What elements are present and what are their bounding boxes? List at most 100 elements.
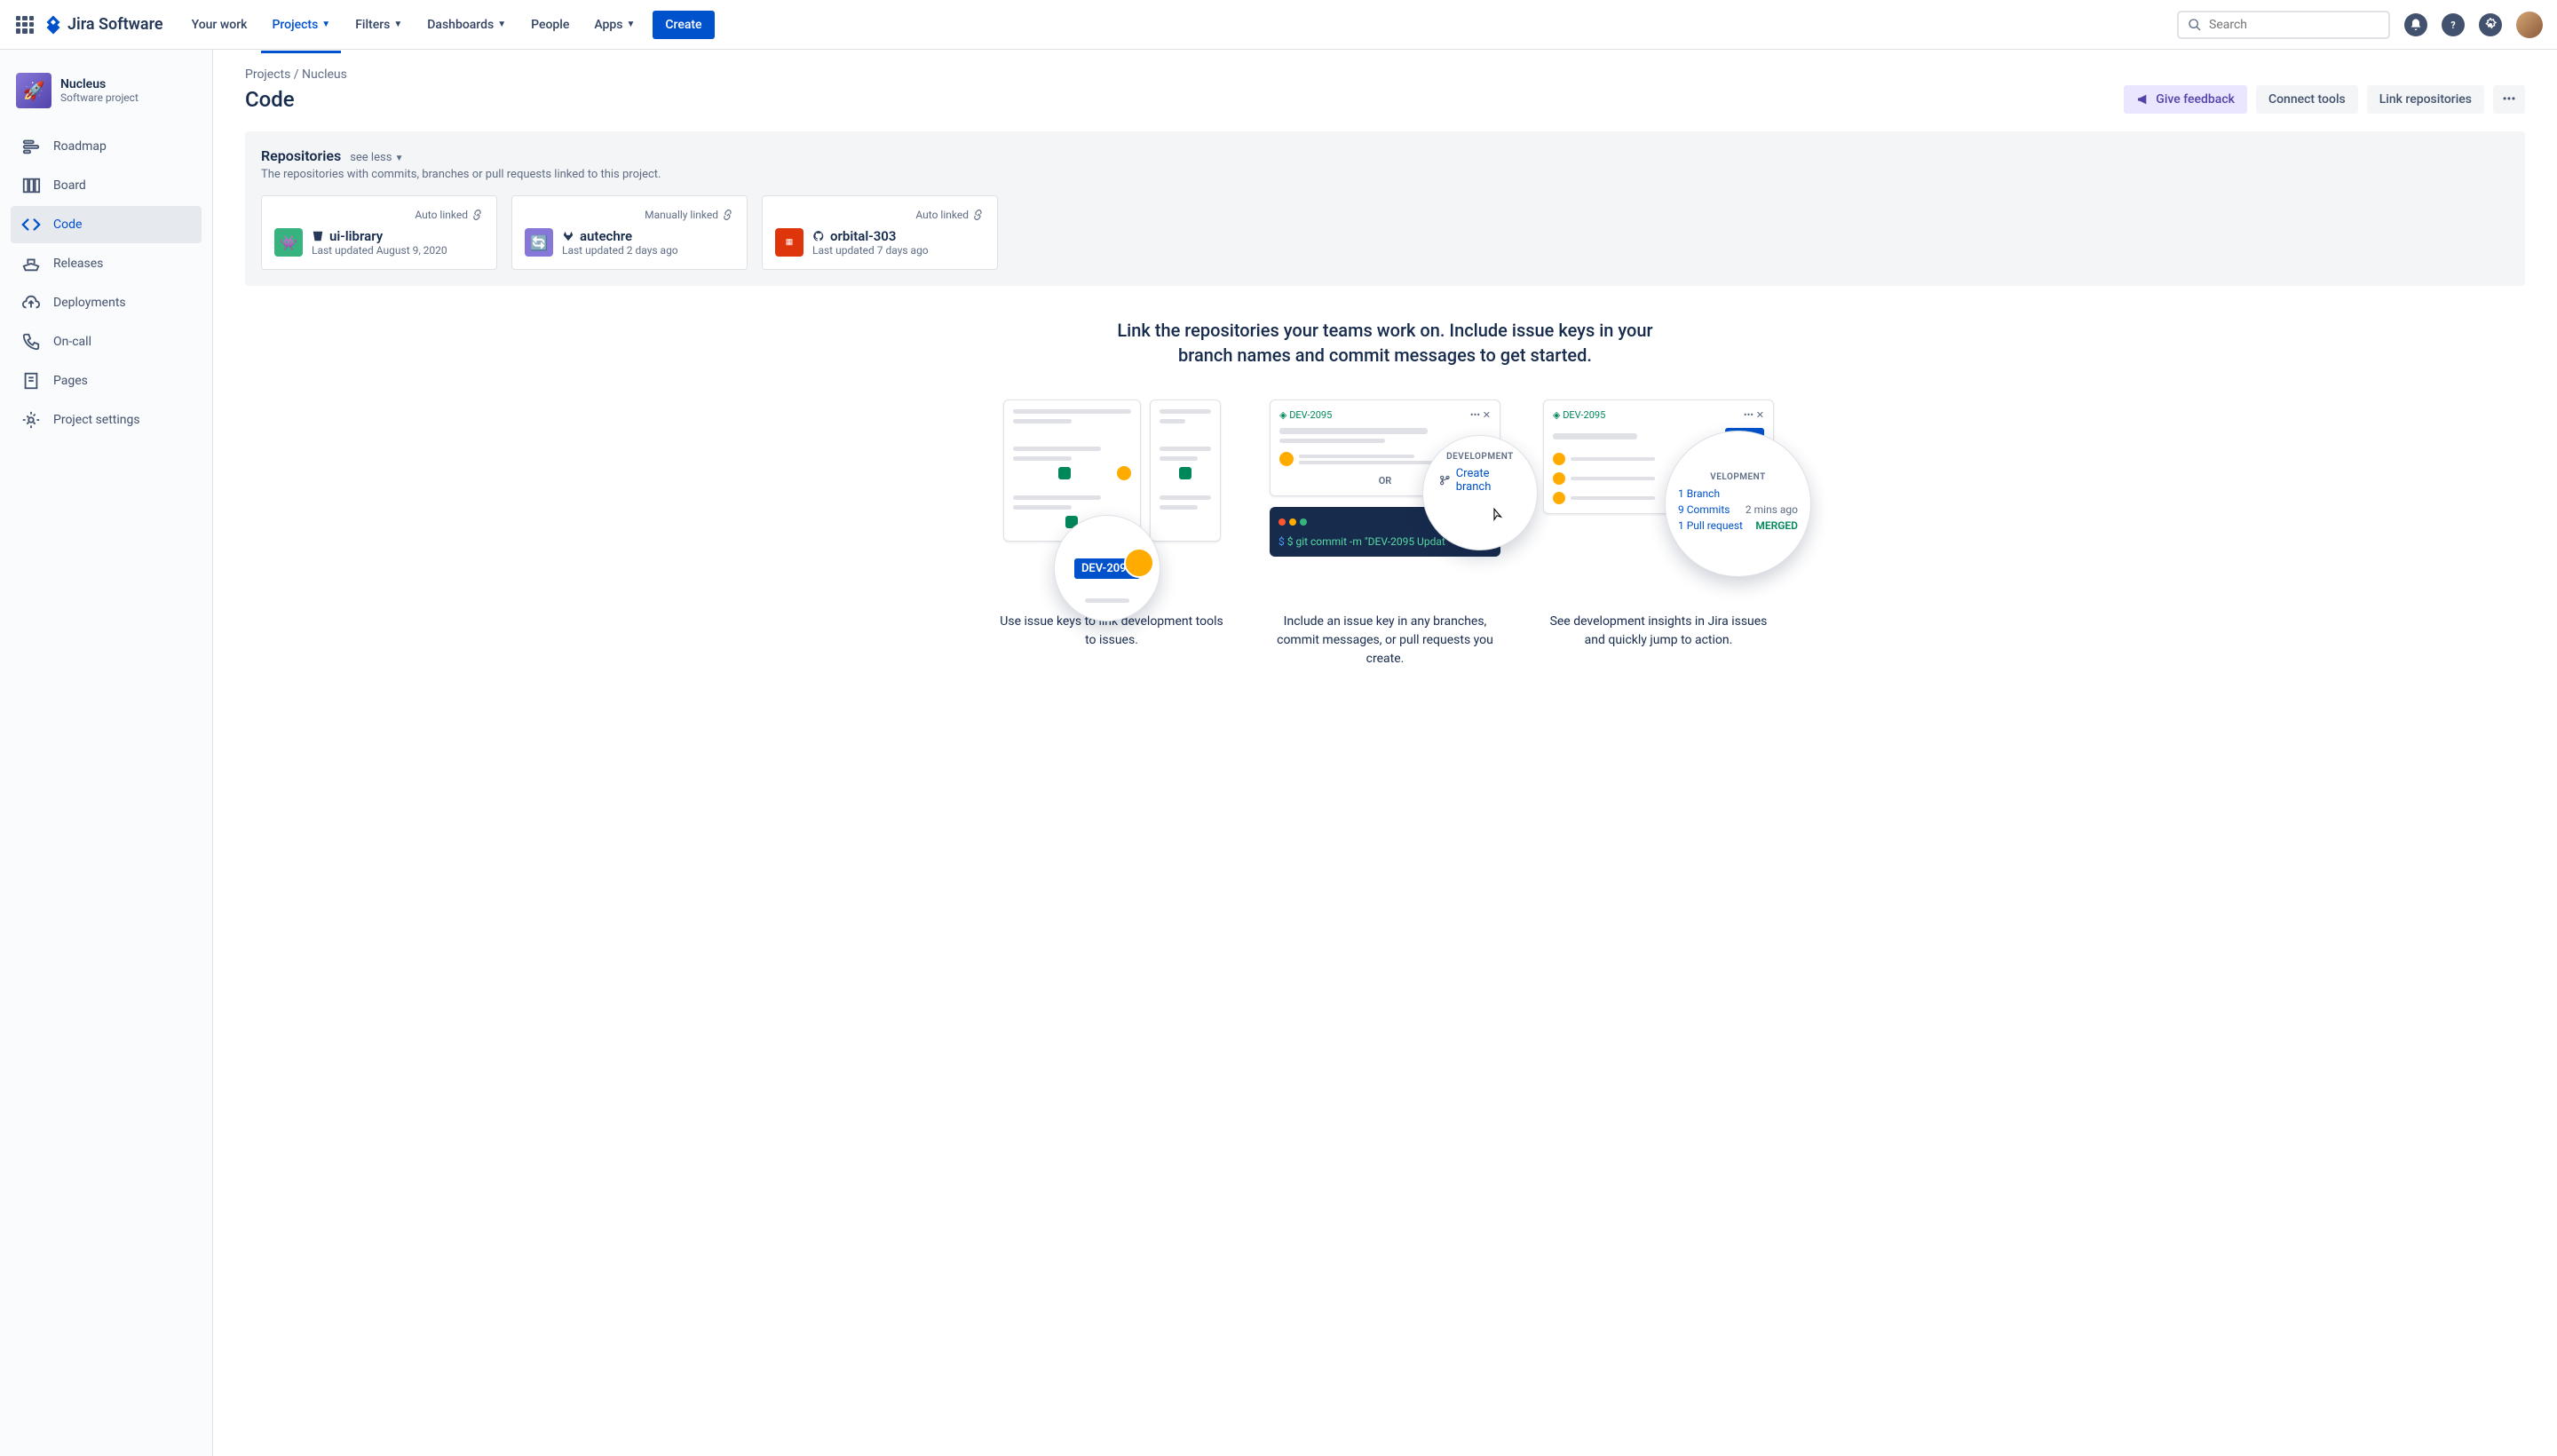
repo-card[interactable]: Manually linked 🔄 autechre Last updated …: [511, 195, 748, 270]
zoom-lens: VELOPMENT 1 Branch 9 Commits2 mins ago 1…: [1665, 431, 1811, 577]
gear-icon: [21, 410, 41, 430]
sidebar-item-board[interactable]: Board: [11, 167, 202, 204]
nav-filters[interactable]: Filters▼: [344, 11, 413, 39]
jira-logo[interactable]: Jira Software: [43, 14, 163, 36]
cloud-up-icon: [21, 293, 41, 313]
avatar: [1124, 548, 1154, 578]
user-avatar[interactable]: [2516, 12, 2543, 38]
project-header[interactable]: 🚀 Nucleus Software project: [11, 67, 202, 114]
main-nav: Your work Projects▼ Filters▼ Dashboards▼…: [181, 11, 2170, 39]
commits-time: 2 mins ago: [1746, 503, 1798, 516]
search-icon: [2188, 18, 2202, 32]
page-icon: [21, 371, 41, 391]
repo-name: ui-library: [329, 228, 383, 244]
unlink-icon: [722, 209, 734, 221]
project-subtitle: Software project: [60, 91, 139, 104]
more-actions-button[interactable]: •••: [2493, 85, 2525, 114]
illus-col-2: ◈ DEV-2095••• ✕ OR $ $ git commit -m "DE…: [1270, 400, 1500, 669]
repo-avatar: 👾: [274, 228, 303, 257]
page-title: Code: [245, 87, 2115, 112]
phone-icon: [21, 332, 41, 352]
connect-tools-button[interactable]: Connect tools: [2256, 85, 2358, 114]
github-icon: [812, 230, 825, 242]
nav-projects[interactable]: Projects▼: [261, 11, 341, 39]
sidebar: 🚀 Nucleus Software project Roadmap Board…: [0, 50, 213, 1456]
pr-count: 1 Pull request: [1678, 519, 1743, 532]
link-repositories-button[interactable]: Link repositories: [2367, 85, 2484, 114]
illus-caption: Include an issue key in any branches, co…: [1270, 613, 1500, 669]
sidebar-label: Releases: [53, 257, 103, 271]
top-header: Jira Software Your work Projects▼ Filter…: [0, 0, 2557, 50]
create-branch-link: Create branch: [1439, 467, 1521, 494]
settings-icon[interactable]: [2479, 13, 2502, 36]
link-type-label: Auto linked: [415, 209, 468, 221]
roadmap-icon: [21, 137, 41, 156]
commits-count: 9 Commits: [1678, 503, 1730, 516]
give-feedback-button[interactable]: Give feedback: [2124, 85, 2247, 114]
main-content: Projects / Nucleus Code Give feedback Co…: [213, 50, 2557, 1456]
create-button[interactable]: Create: [653, 11, 714, 39]
sidebar-label: Code: [53, 218, 82, 232]
illus-col-3: ◈ DEV-2095••• ✕ VELOPMENT 1 Branch 9 Com…: [1543, 400, 1774, 669]
sidebar-item-roadmap[interactable]: Roadmap: [11, 128, 202, 165]
repo-avatar: 🔄: [525, 228, 553, 257]
sidebar-label: Pages: [53, 374, 88, 388]
repo-card[interactable]: Auto linked 👾 ui-library Last updated Au…: [261, 195, 497, 270]
sidebar-item-oncall[interactable]: On-call: [11, 323, 202, 360]
search-input[interactable]: [2209, 18, 2379, 32]
chevron-down-icon: ▼: [497, 20, 506, 29]
repositories-panel: Repositories see less ▼ The repositories…: [245, 131, 2525, 286]
jira-icon: [43, 14, 64, 36]
sidebar-label: Project settings: [53, 413, 140, 427]
megaphone-icon: [2136, 92, 2150, 107]
search-box[interactable]: [2177, 11, 2390, 39]
code-icon: [21, 215, 41, 234]
repo-card[interactable]: Auto linked ▦ orbital-303 Last updated 7…: [762, 195, 998, 270]
unlink-icon: [471, 209, 484, 221]
nav-dashboards[interactable]: Dashboards▼: [416, 11, 517, 39]
breadcrumb[interactable]: Projects / Nucleus: [245, 67, 2525, 82]
sidebar-item-settings[interactable]: Project settings: [11, 401, 202, 439]
sidebar-item-deployments[interactable]: Deployments: [11, 284, 202, 321]
repo-name: autechre: [580, 228, 632, 244]
repo-updated: Last updated August 9, 2020: [312, 244, 447, 257]
gitlab-icon: [562, 230, 574, 242]
sidebar-label: Deployments: [53, 296, 126, 310]
board-icon: [21, 176, 41, 195]
zoom-lens: DEVELOPMENT Create branch: [1422, 435, 1538, 550]
nav-your-work[interactable]: Your work: [181, 11, 258, 39]
development-label: DEVELOPMENT: [1446, 452, 1514, 462]
chevron-down-icon: ▼: [393, 20, 402, 29]
sidebar-item-code[interactable]: Code: [11, 206, 202, 243]
help-icon[interactable]: ?: [2442, 13, 2465, 36]
sidebar-item-releases[interactable]: Releases: [11, 245, 202, 282]
see-less-toggle[interactable]: see less ▼: [350, 151, 403, 164]
repo-updated: Last updated 2 days ago: [562, 244, 678, 257]
ship-icon: [21, 254, 41, 273]
chevron-down-icon: ▼: [626, 20, 635, 29]
link-type-label: Manually linked: [645, 209, 718, 221]
mini-issue-card: [1150, 400, 1221, 542]
link-type-label: Auto linked: [915, 209, 969, 221]
illus-caption: See development insights in Jira issues …: [1543, 613, 1774, 650]
merged-badge: MERGED: [1755, 519, 1798, 532]
project-name: Nucleus: [60, 77, 139, 91]
notifications-icon[interactable]: [2404, 13, 2427, 36]
repos-description: The repositories with commits, branches …: [261, 168, 2509, 181]
sidebar-item-pages[interactable]: Pages: [11, 362, 202, 400]
cursor-icon: [1489, 507, 1505, 523]
nav-apps[interactable]: Apps▼: [583, 11, 645, 39]
repos-title: Repositories: [261, 147, 341, 164]
illustrations-row: DEV-2095 Use issue keys to link developm…: [245, 400, 2525, 669]
chevron-down-icon: ▼: [395, 154, 404, 163]
sidebar-label: On-call: [53, 335, 91, 349]
repo-updated: Last updated 7 days ago: [812, 244, 929, 257]
app-switcher-icon[interactable]: [14, 14, 36, 36]
nav-people[interactable]: People: [520, 11, 580, 39]
chevron-down-icon: ▼: [321, 20, 330, 29]
svg-text:?: ?: [2450, 20, 2455, 31]
repo-avatar: ▦: [775, 228, 804, 257]
sidebar-label: Board: [53, 178, 86, 193]
zoom-lens: DEV-2095: [1054, 515, 1160, 621]
development-label: VELOPMENT: [1710, 472, 1766, 482]
